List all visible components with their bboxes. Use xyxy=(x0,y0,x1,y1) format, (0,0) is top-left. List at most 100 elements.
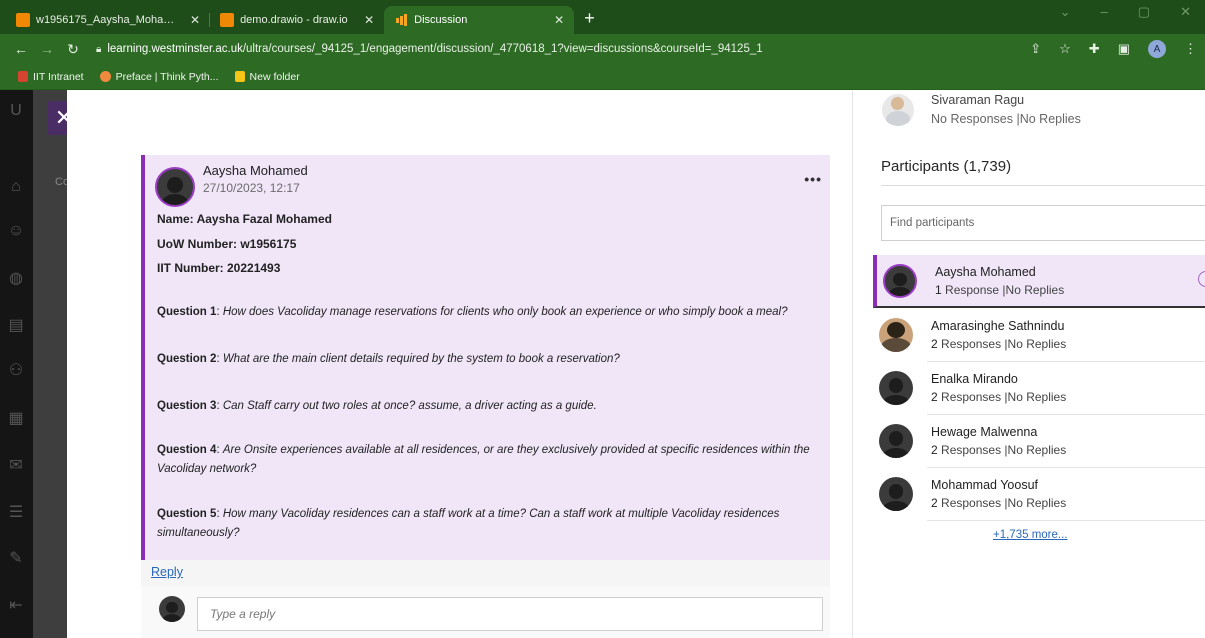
divider xyxy=(927,520,1205,521)
reload-icon[interactable]: ↻ xyxy=(60,41,86,58)
url-host: learning.westminster.ac.uk xyxy=(107,43,243,55)
new-tab-button[interactable]: + xyxy=(584,8,595,29)
share-icon[interactable]: ⇪ xyxy=(1030,41,1041,57)
bookmark-label: Preface | Think Pyth... xyxy=(115,70,219,83)
courses-icon[interactable]: ▤ xyxy=(4,315,28,339)
post-author[interactable]: Aaysha Mohamed xyxy=(203,163,308,178)
minimize-icon[interactable]: – xyxy=(1101,4,1108,20)
divider xyxy=(881,185,1205,186)
bookmark-label: New folder xyxy=(249,70,300,83)
response-count: 2 xyxy=(931,390,938,404)
question-label: Question 4 xyxy=(157,444,217,456)
participant-stats: 1 Response |No Replies xyxy=(935,283,1065,297)
more-participants-link[interactable]: +1,735 more... xyxy=(993,529,1067,541)
replies-text: No Replies xyxy=(1007,443,1067,457)
profile-icon[interactable]: ☺ xyxy=(4,222,28,246)
post-timestamp: 27/10/2023, 12:17 xyxy=(203,181,300,195)
participants-heading: Participants (1,739) xyxy=(881,158,1012,175)
drawio-icon xyxy=(220,13,235,27)
top-participant-stats: No Responses |No Replies xyxy=(931,112,1081,126)
shield-icon xyxy=(18,71,28,82)
browser-tab-3[interactable]: Discussion ✕ xyxy=(384,6,575,34)
url-path: /ultra/courses/_94125_1/engagement/discu… xyxy=(242,43,763,55)
messages-icon[interactable]: ✉ xyxy=(4,455,28,479)
organizations-icon[interactable]: ⚇ xyxy=(4,360,28,384)
participant-avatar xyxy=(883,264,917,298)
question-text: How many Vacoliday residences can a staf… xyxy=(157,508,780,539)
tools-icon[interactable]: ✎ xyxy=(4,548,28,572)
bookmark-iit-intranet[interactable]: IIT Intranet xyxy=(18,71,84,83)
institution-icon[interactable]: ⌂ xyxy=(4,178,28,202)
blackboard-icon xyxy=(394,13,409,27)
participant-item[interactable]: Amarasinghe Sathnindu 2 Responses |No Re… xyxy=(873,309,1205,362)
participant-name: Mohammad Yoosuf xyxy=(931,478,1039,492)
participant-avatar xyxy=(879,477,913,511)
user-avatar[interactable] xyxy=(882,94,914,126)
top-participant-name[interactable]: Sivaraman Ragu xyxy=(931,93,1024,107)
question-label: Question 1 xyxy=(157,306,217,318)
author-avatar[interactable] xyxy=(155,167,195,207)
sidepanel-icon[interactable]: ▣ xyxy=(1118,41,1130,57)
participant-item[interactable]: Aaysha Mohamed 1 Response |No Replies xyxy=(873,255,1205,308)
participant-name: Amarasinghe Sathnindu xyxy=(931,319,1065,333)
replies-text: No Replies xyxy=(1019,112,1081,126)
more-options-icon[interactable]: ••• xyxy=(804,171,822,187)
question-label: Question 3 xyxy=(157,400,217,412)
question-text: How does Vacoliday manage reservations f… xyxy=(222,306,788,318)
participant-item[interactable]: Hewage Malwenna 2 Responses |No Replies xyxy=(873,415,1205,468)
question-4: Question 4: Are Onsite experiences avail… xyxy=(157,444,810,475)
post-line-iit: IIT Number: 20221493 xyxy=(157,261,281,275)
sign-out-icon[interactable]: ⇤ xyxy=(4,595,28,619)
find-participants-input[interactable]: Find participants xyxy=(881,205,1205,241)
grades-icon[interactable]: ☰ xyxy=(4,502,28,526)
tab-search-icon[interactable]: ⌄ xyxy=(1060,4,1071,20)
bookmark-think-python[interactable]: Preface | Think Pyth... xyxy=(99,70,219,83)
participant-item[interactable]: Mohammad Yoosuf 2 Responses |No Replies xyxy=(873,468,1205,521)
participant-name: Aaysha Mohamed xyxy=(935,265,1036,279)
question-text: What are the main client details require… xyxy=(222,353,620,365)
reply-input[interactable]: Type a reply xyxy=(197,597,823,631)
replies-text: No Replies xyxy=(1007,496,1067,510)
browser-tab-1[interactable]: w1956175_Aaysha_Mohamed.d ✕ xyxy=(6,6,211,34)
question-2: Question 2: What are the main client det… xyxy=(157,353,620,365)
lock-icon[interactable]: 🔒︎ xyxy=(96,44,101,55)
forward-icon[interactable]: → xyxy=(34,41,60,57)
profile-avatar[interactable]: A xyxy=(1148,40,1166,58)
star-icon[interactable]: ☆ xyxy=(1059,41,1071,57)
question-text: Can Staff carry out two roles at once? a… xyxy=(222,400,597,412)
bookmark-label: IIT Intranet xyxy=(33,70,84,83)
reply-link[interactable]: Reply xyxy=(151,565,183,579)
question-5: Question 5: How many Vacoliday residence… xyxy=(157,508,780,539)
participant-stats: 2 Responses |No Replies xyxy=(931,390,1067,404)
question-3: Question 3: Can Staff carry out two role… xyxy=(157,400,597,412)
participant-item[interactable]: Enalka Mirando 2 Responses |No Replies xyxy=(873,362,1205,415)
participant-stats: 2 Responses |No Replies xyxy=(931,496,1067,510)
tab-title: Discussion xyxy=(414,14,468,26)
participant-name: Enalka Mirando xyxy=(931,372,1018,386)
globe-icon[interactable]: ◍ xyxy=(4,268,28,292)
responses-word: Responses xyxy=(941,443,1002,457)
browser-tab-2[interactable]: demo.drawio - draw.io ✕ xyxy=(210,6,384,34)
participant-stats: 2 Responses |No Replies xyxy=(931,337,1067,351)
current-user-avatar xyxy=(159,596,185,622)
close-tab-icon[interactable]: ✕ xyxy=(554,13,564,27)
browser-tab-bar: w1956175_Aaysha_Mohamed.d ✕ demo.drawio … xyxy=(0,0,1205,34)
participant-avatar xyxy=(879,318,913,352)
bookmark-new-folder[interactable]: New folder xyxy=(234,70,300,83)
responses-word: Responses xyxy=(941,390,1002,404)
background-course-content: Co xyxy=(33,90,69,638)
back-icon[interactable]: ← xyxy=(8,41,34,57)
extensions-icon[interactable]: ✚ xyxy=(1089,41,1100,57)
response-count: 1 xyxy=(935,283,942,297)
maximize-icon[interactable]: ▢ xyxy=(1138,4,1150,20)
responses-word: Response xyxy=(945,283,1000,297)
calendar-icon[interactable]: ▦ xyxy=(4,408,28,432)
close-window-icon[interactable]: ✕ xyxy=(1180,4,1191,20)
url-field[interactable]: learning.westminster.ac.uk/ultra/courses… xyxy=(107,43,762,55)
close-tab-icon[interactable]: ✕ xyxy=(190,13,200,27)
menu-icon[interactable]: ⋮ xyxy=(1184,41,1197,57)
address-bar-actions: ⇪ ☆ ✚ ▣ A ⋮ xyxy=(1030,40,1197,58)
responses-text: No Responses xyxy=(931,112,1013,126)
close-tab-icon[interactable]: ✕ xyxy=(364,13,374,27)
replies-text: No Replies xyxy=(1005,283,1065,297)
